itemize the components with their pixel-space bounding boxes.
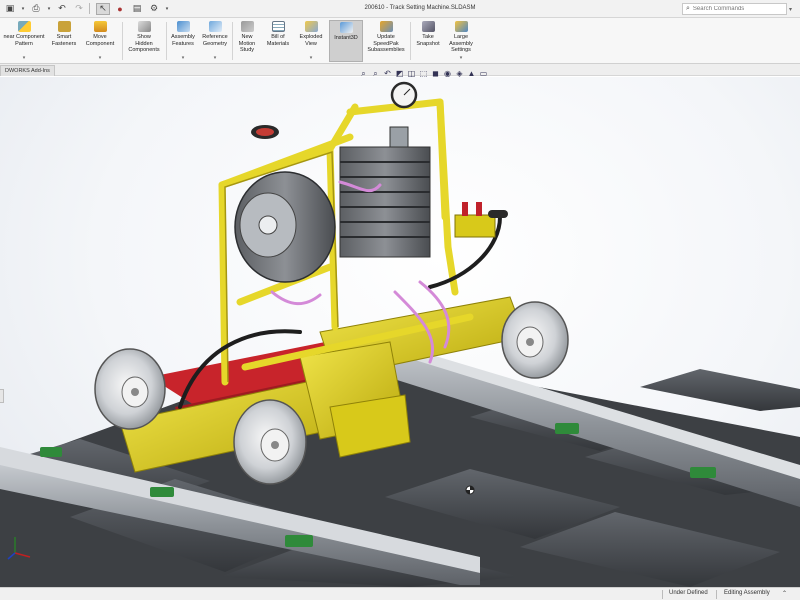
move-component-icon <box>93 21 107 32</box>
update-speedpak-button[interactable]: Update SpeedPak Subassemblies <box>365 20 407 62</box>
show-hidden-icon <box>137 21 151 32</box>
wheel-front-right <box>233 399 307 485</box>
ribbon-label: Instant3D <box>334 35 358 41</box>
zoom-to-fit-icon[interactable]: ⌕ <box>358 69 369 79</box>
graphics-viewport[interactable] <box>0 77 800 587</box>
bom-icon <box>271 21 285 32</box>
dynamic-annotation-icon[interactable]: ◫ <box>406 69 417 79</box>
rebuild-icon[interactable]: ● <box>113 3 127 15</box>
search-icon: ⌕ <box>686 5 690 12</box>
chevron-down-icon[interactable]: ▾ <box>310 55 313 61</box>
pressure-gauge <box>390 81 418 109</box>
status-options-icon[interactable]: ⌃ <box>782 590 787 597</box>
document-title: 200610 - Track Setting Machine.SLDASM <box>364 5 476 11</box>
chevron-down-icon[interactable]: ▾ <box>460 55 463 61</box>
status-divider <box>662 590 663 599</box>
new-motion-study-button[interactable]: New Motion Study <box>234 20 260 62</box>
ribbon-label: Take Snapshot <box>416 34 440 47</box>
handle-grip <box>251 125 279 139</box>
ribbon-label: Move Component <box>85 34 115 47</box>
snapshot-icon <box>421 21 435 32</box>
rotation-center-icon <box>465 485 475 495</box>
status-bar: Under Defined Editing Assembly ⌃ <box>0 587 800 600</box>
search-commands-box[interactable]: ⌕ <box>682 3 787 15</box>
engine-block <box>339 126 431 258</box>
redo-icon[interactable]: ↷ <box>72 3 86 15</box>
display-style-icon[interactable]: ◼ <box>430 69 441 79</box>
wheel-front-left <box>94 348 166 430</box>
dropdown-chevron-icon[interactable]: ▾ <box>20 3 26 15</box>
chevron-down-icon[interactable]: ▾ <box>214 55 217 61</box>
ribbon-label: Reference Geometry <box>202 34 228 47</box>
large-assembly-icon <box>454 21 468 32</box>
ribbon-label: New Motion Study <box>238 34 256 53</box>
save-icon[interactable]: ▣ <box>3 3 17 15</box>
chevron-down-icon[interactable]: ▾ <box>182 55 185 61</box>
take-snapshot-button[interactable]: Take Snapshot <box>413 20 443 62</box>
print-icon[interactable]: ⎙ <box>29 3 43 15</box>
chevron-down-icon[interactable]: ▾ <box>789 6 792 13</box>
command-manager-ribbon: near Component Pattern ▾ Smart Fasteners… <box>0 18 800 64</box>
select-arrow-icon[interactable]: ↖ <box>96 2 110 15</box>
smart-fasteners-button[interactable]: Smart Fasteners <box>50 20 78 62</box>
assembly-features-icon <box>176 21 190 32</box>
toolbar-divider <box>89 3 90 14</box>
ribbon-label: Smart Fasteners <box>51 34 77 47</box>
apply-scene-icon[interactable]: ▲ <box>466 69 477 79</box>
exploded-view-button[interactable]: Exploded View ▾ <box>296 20 326 62</box>
ribbon-divider <box>410 22 411 60</box>
edit-appearance-icon[interactable]: ◈ <box>454 69 465 79</box>
ribbon-label: Exploded View <box>299 34 323 47</box>
hide-show-items-icon[interactable]: ◉ <box>442 69 453 79</box>
large-assembly-settings-button[interactable]: Large Assembly Settings ▾ <box>445 20 477 62</box>
heads-up-view-toolbar: ⌕ ⌕ ↶ ◩ ◫ ⬚ ◼ ◉ ◈ ▲ ▭ <box>358 68 490 79</box>
view-settings-icon[interactable]: ▭ <box>478 69 489 79</box>
chevron-down-icon[interactable]: ▾ <box>99 55 102 61</box>
undo-icon[interactable]: ↶ <box>55 3 69 15</box>
bill-of-materials-button[interactable]: Bill of Materials <box>262 20 294 62</box>
ribbon-label: near Component Pattern <box>3 34 45 47</box>
solidworks-window: ▣ ▾ ⎙ ▾ ↶ ↷ ↖ ● ▤ ⚙ ▾ 200610 - Track Set… <box>0 0 800 600</box>
ribbon-label: Large Assembly Settings <box>449 34 473 53</box>
ribbon-label: Update SpeedPak Subassemblies <box>367 34 405 53</box>
feature-manager-flyout-handle[interactable] <box>0 389 4 403</box>
options-gear-icon[interactable]: ⚙ <box>147 3 161 15</box>
title-bar: ▣ ▾ ⎙ ▾ ↶ ↷ ↖ ● ▤ ⚙ ▾ 200610 - Track Set… <box>0 0 800 18</box>
ribbon-divider <box>166 22 167 60</box>
search-input[interactable] <box>692 6 773 12</box>
ribbon-label: Assembly Features <box>171 34 195 47</box>
model-canvas[interactable] <box>0 77 800 587</box>
zoom-to-area-icon[interactable]: ⌕ <box>370 69 381 79</box>
show-hidden-components-button[interactable]: Show Hidden Components <box>125 20 163 62</box>
linear-pattern-button[interactable]: near Component Pattern ▾ <box>2 20 46 62</box>
dropdown-chevron-icon[interactable]: ▾ <box>46 3 52 15</box>
reference-geometry-icon <box>208 21 222 32</box>
section-view-icon[interactable]: ◩ <box>394 69 405 79</box>
assembly-features-button[interactable]: Assembly Features ▾ <box>168 20 198 62</box>
ribbon-label: Bill of Materials <box>266 34 290 47</box>
ribbon-divider <box>122 22 123 60</box>
status-divider <box>716 590 717 599</box>
instant3d-button[interactable]: Instant3D <box>329 20 363 62</box>
speedpak-icon <box>379 21 393 32</box>
status-definition: Under Defined <box>669 590 708 596</box>
status-mode: Editing Assembly <box>724 590 770 596</box>
fastener-icon <box>57 21 71 32</box>
dropdown-chevron-icon[interactable]: ▾ <box>164 3 170 15</box>
pattern-icon <box>17 21 31 32</box>
engine-cylinder <box>234 171 336 283</box>
view-orientation-icon[interactable]: ⬚ <box>418 69 429 79</box>
reference-geometry-button[interactable]: Reference Geometry ▾ <box>200 20 230 62</box>
ribbon-divider <box>232 22 233 60</box>
move-component-button[interactable]: Move Component ▾ <box>82 20 118 62</box>
chevron-down-icon[interactable]: ▾ <box>23 55 26 61</box>
ribbon-label: Show Hidden Components <box>128 34 160 53</box>
instant3d-icon <box>339 22 353 33</box>
wheel-rear-right <box>501 301 569 379</box>
exploded-view-icon <box>304 21 318 32</box>
previous-view-icon[interactable]: ↶ <box>382 69 393 79</box>
tab-addins[interactable]: DWORKS Add-Ins <box>0 65 55 76</box>
file-properties-icon[interactable]: ▤ <box>130 3 144 15</box>
motion-study-icon <box>240 21 254 32</box>
